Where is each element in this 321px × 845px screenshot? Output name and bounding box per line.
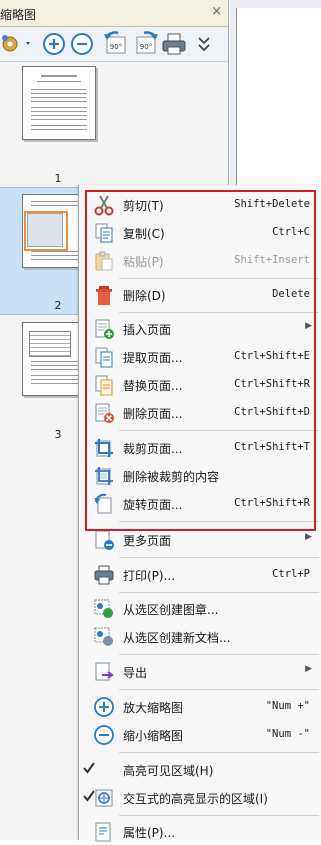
menu-item-cut[interactable]: 剪切(T) Shift+Delete	[79, 192, 321, 218]
menu-separator	[119, 592, 319, 593]
page-thumbnail-1[interactable]	[22, 66, 96, 140]
create-stamp-icon	[94, 599, 113, 618]
menu-item-copy[interactable]: 复制(C) Ctrl+C	[79, 220, 321, 246]
menu-item-interactive-highlight[interactable]: 交互式的高亮显示的区域(I)	[79, 785, 321, 811]
menu-item-create-stamp[interactable]: 从选区创建图章...	[79, 596, 321, 622]
zoom-out-icon[interactable]	[68, 30, 96, 58]
print-icon[interactable]	[160, 30, 188, 58]
menu-item-insert-page[interactable]: 插入页面 ▶	[79, 316, 321, 342]
trash-icon	[96, 286, 112, 305]
menu-separator	[119, 312, 319, 313]
extract-page-icon	[95, 347, 113, 368]
menu-item-delete[interactable]: 删除(D) Delete	[79, 282, 321, 308]
menu-item-delete-pages[interactable]: 删除页面... Ctrl+Shift+D	[79, 400, 321, 426]
menu-item-print[interactable]: 打印(P)... Ctrl+P	[79, 562, 321, 588]
zoom-in-icon[interactable]	[40, 30, 68, 58]
crop-page-icon	[95, 439, 113, 457]
enlarge-thumbnail-icon	[94, 697, 114, 717]
submenu-arrow-icon: ▶	[305, 321, 312, 331]
page-number-3: 3	[54, 428, 62, 441]
menu-item-replace-pages[interactable]: 替换页面... Ctrl+Shift+R	[79, 372, 321, 398]
menu-item-rotate-pages[interactable]: 旋转页面... Ctrl+Shift+R	[79, 491, 321, 517]
scissors-icon	[94, 195, 114, 216]
create-document-icon	[94, 627, 113, 646]
menu-item-export[interactable]: 导出 ▶	[79, 659, 321, 685]
menu-item-more-pages[interactable]: 更多页面 ▶	[79, 527, 321, 553]
more-icon[interactable]	[190, 30, 218, 58]
menu-separator	[119, 815, 319, 816]
menu-item-shrink-thumbnails[interactable]: 缩小缩略图 "Num -"	[79, 722, 321, 748]
menu-item-properties[interactable]: 属性(P)...	[79, 819, 321, 845]
svg-text:90°: 90°	[140, 43, 152, 51]
checkmark-icon	[83, 762, 95, 774]
thumbnail-toolbar: 90° 90°	[0, 27, 228, 62]
menu-item-create-new-document[interactable]: 从选区创建新文档...	[79, 624, 321, 650]
export-icon	[95, 662, 114, 681]
interactive-highlight-icon	[95, 789, 113, 807]
context-menu: 剪切(T) Shift+Delete 复制(C) Ctrl+C 粘贴(P) Sh…	[78, 185, 321, 842]
svg-text:90°: 90°	[110, 43, 122, 51]
rotate-left-icon[interactable]: 90°	[102, 30, 130, 58]
menu-separator	[119, 557, 319, 558]
menu-separator	[119, 752, 319, 753]
close-icon[interactable]: ×	[211, 4, 222, 19]
menu-item-extract-pages[interactable]: 提取页面... Ctrl+Shift+E	[79, 344, 321, 370]
menu-item-crop-pages[interactable]: 裁剪页面... Ctrl+Shift+T	[79, 435, 321, 461]
print-icon	[94, 565, 114, 585]
shrink-thumbnail-icon	[94, 725, 114, 745]
gear-icon[interactable]	[0, 30, 34, 58]
rotate-right-icon[interactable]: 90°	[132, 30, 160, 58]
menu-separator	[119, 521, 319, 522]
paste-icon	[95, 251, 113, 271]
page-number-2: 2	[54, 299, 62, 312]
menu-item-paste[interactable]: 粘贴(P) Shift+Insert	[79, 248, 321, 274]
menu-separator	[119, 654, 319, 655]
menu-item-highlight-visible-area[interactable]: 高亮可见区域(H)	[79, 757, 321, 783]
delete-page-icon	[95, 403, 114, 423]
remove-cropped-icon	[95, 467, 113, 485]
menu-separator	[119, 430, 319, 431]
page-number-1: 1	[54, 172, 62, 185]
replace-page-icon	[95, 375, 113, 396]
menu-separator	[119, 689, 319, 690]
rotate-page-icon	[94, 493, 112, 514]
pane-title: 缩略图	[0, 8, 37, 22]
insert-page-icon	[95, 319, 114, 339]
menu-item-enlarge-thumbnails[interactable]: 放大缩略图 "Num +"	[79, 694, 321, 720]
submenu-arrow-icon: ▶	[305, 664, 312, 674]
more-pages-icon	[95, 530, 114, 550]
submenu-arrow-icon: ▶	[305, 532, 312, 542]
pane-title-bar: 缩略图 ×	[0, 0, 228, 27]
menu-separator	[119, 278, 319, 279]
copy-icon	[95, 223, 113, 243]
menu-item-remove-cropped-content[interactable]: 删除被裁剪的内容	[79, 463, 321, 489]
